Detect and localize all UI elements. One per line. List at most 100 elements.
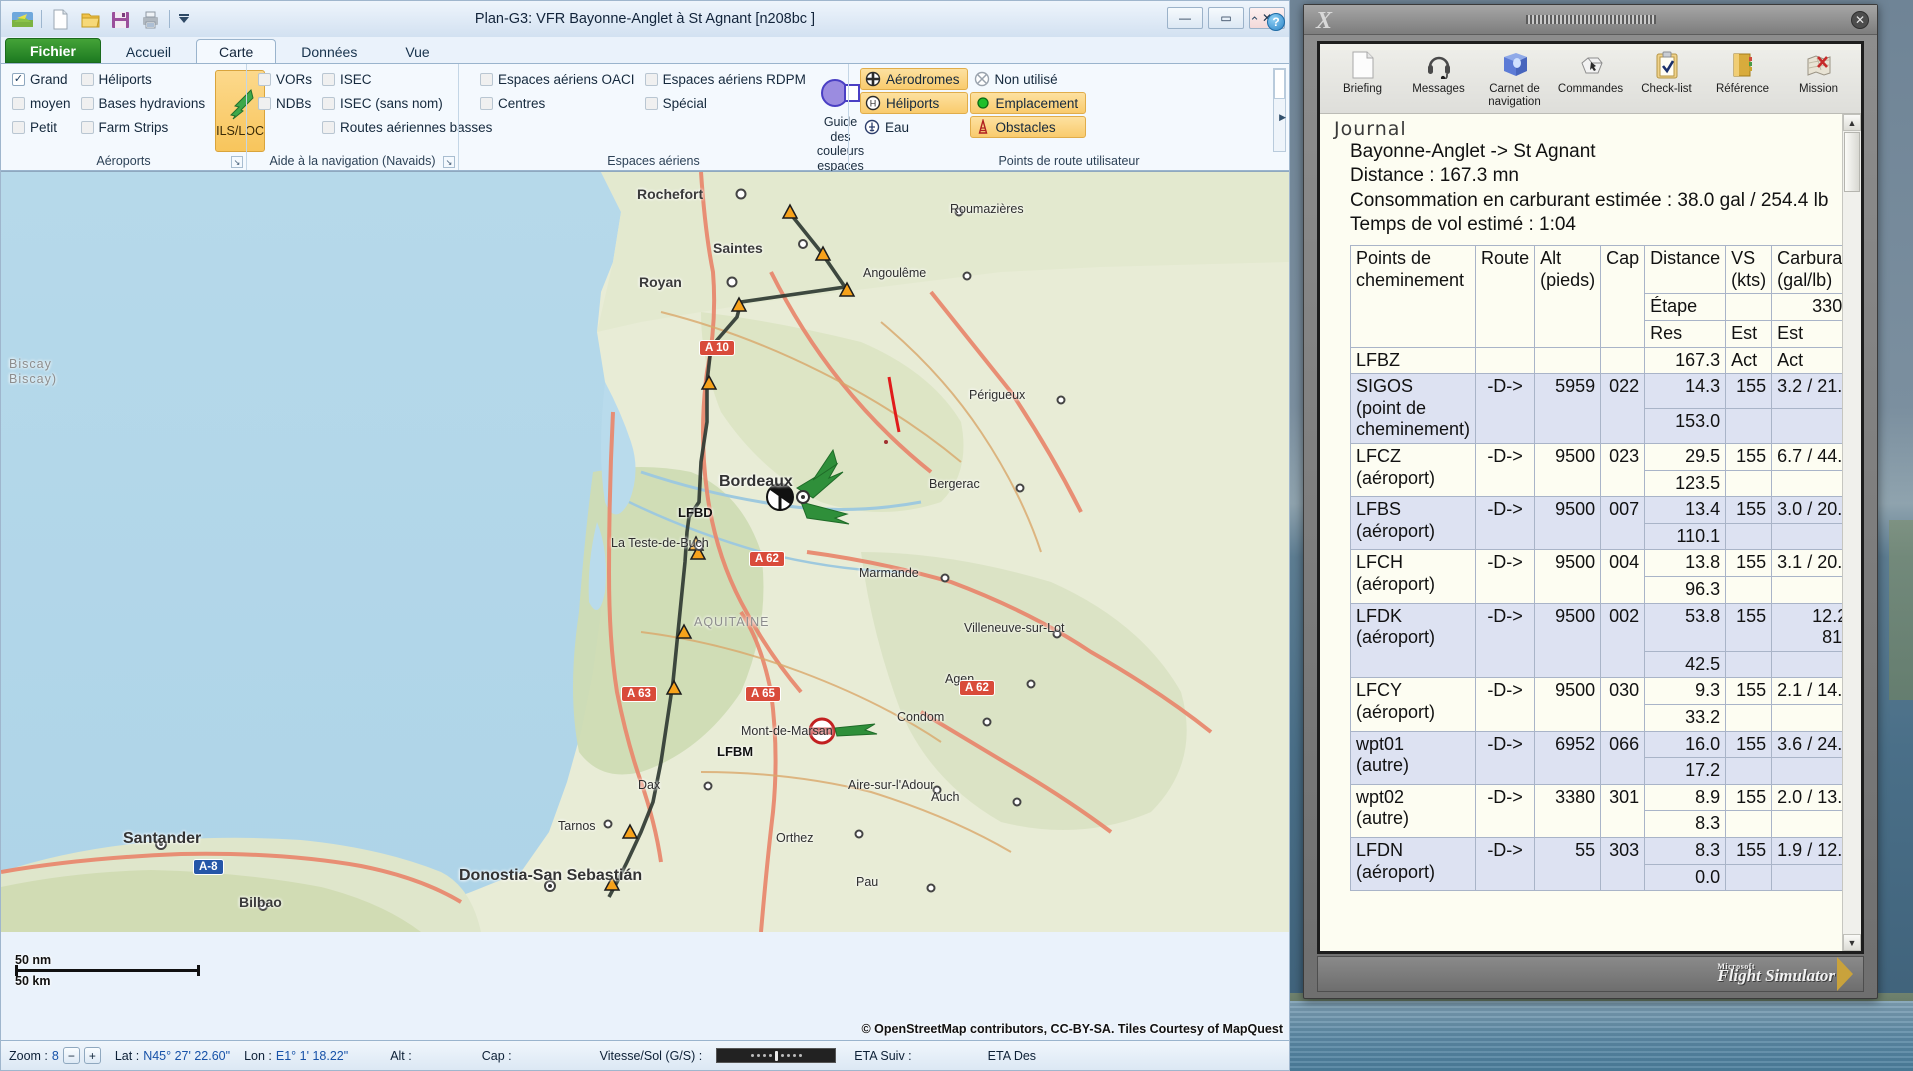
dialog-launcher-navaids[interactable]: ↘ — [443, 156, 455, 168]
fsx-drag-grip[interactable] — [1525, 15, 1656, 24]
toggle-heliports[interactable]: H Héliports — [860, 92, 968, 114]
checkbox-centres[interactable]: Centres — [476, 92, 639, 114]
app-icon[interactable] — [11, 8, 34, 31]
checkbox-box[interactable] — [644, 96, 658, 110]
table-row[interactable]: LFCY (aéroport) -D-> 9500 030 9.3 155 2.1… — [1349, 677, 1861, 732]
toolbar-button-check-list[interactable]: Check-list — [1631, 50, 1703, 96]
navlog-book-icon — [1500, 50, 1530, 80]
checkbox-petit[interactable]: Petit — [8, 116, 75, 138]
help-icon[interactable]: ? — [1267, 13, 1285, 31]
toolbar-button-mission[interactable]: Mission — [1783, 50, 1855, 96]
scroll-down-arrow-icon[interactable]: ▼ — [1843, 934, 1861, 951]
checkbox-espaces-aeriens-rdpm[interactable]: Espaces aériens RDPM — [641, 68, 810, 90]
new-icon[interactable] — [49, 8, 72, 31]
checkbox-box[interactable] — [12, 120, 25, 134]
checkbox-box[interactable] — [322, 72, 336, 86]
navlog-fuel: Consommation en carburant estimée : 38.0… — [1350, 189, 1829, 211]
table-row[interactable]: wpt01 (autre) -D-> 6952 066 16.0 155 3.6 … — [1349, 730, 1861, 785]
checkbox-farm-strips[interactable]: Farm Strips — [77, 116, 210, 138]
obstacle-tower-icon — [975, 117, 991, 135]
toolbar-button-briefing[interactable]: Briefing — [1327, 50, 1399, 96]
checkbox-grand[interactable]: ✓ Grand — [8, 68, 75, 90]
dialog-launcher-aeroports[interactable]: ↘ — [231, 156, 243, 168]
chevron-down-icon[interactable] — [177, 8, 200, 31]
zoom-out-button[interactable]: − — [62, 1047, 80, 1064]
map-label-royan: Royan — [639, 274, 682, 290]
checkbox-box[interactable]: ✓ — [12, 72, 25, 86]
minimize-button[interactable]: — — [1167, 7, 1203, 29]
eta-next-label: ETA Suiv : — [854, 1048, 912, 1063]
toolbar-button-carnet-de-navigation[interactable]: Carnet de navigation — [1479, 50, 1551, 108]
map-label-lfbd: LFBD — [678, 505, 713, 520]
origin-cap — [1600, 346, 1646, 375]
checkbox-box[interactable] — [480, 96, 493, 110]
checkbox-box[interactable] — [80, 120, 94, 134]
scroll-up-arrow-icon[interactable]: ▲ — [1843, 114, 1861, 131]
toggle-aerodromes[interactable]: Aérodromes — [860, 68, 968, 90]
table-row[interactable]: LFCZ (aéroport) -D-> 9500 023 29.5 155 6.… — [1349, 442, 1861, 498]
toggle-obstacles[interactable]: Obstacles — [969, 116, 1087, 138]
map-area[interactable]: Biscay Biscay) Rochefort Roumazières Sai… — [1, 171, 1289, 1040]
table-row[interactable]: wpt02 (autre) -D-> 3380 301 8.9 155 2.0 /… — [1349, 783, 1861, 838]
quick-access-toolbar[interactable] — [7, 8, 200, 31]
scrollbar-thumb[interactable] — [1274, 69, 1285, 99]
ribbon-tabs[interactable]: Fichier Accueil Carte Données Vue ⌃ ? — [1, 13, 1289, 63]
toggle-emplacement[interactable]: Emplacement — [969, 92, 1087, 114]
table-row[interactable]: SIGOS (point de cheminement) -D-> 5959 02… — [1349, 373, 1861, 444]
checkbox-box[interactable] — [322, 120, 336, 134]
row-remaining: 0.0 — [1644, 863, 1727, 892]
row-remaining: 153.0 — [1644, 408, 1727, 444]
table-row[interactable]: LFDK (aéroport) -D-> 9500 002 53.8 155 12… — [1349, 602, 1861, 679]
checkbox-box[interactable] — [322, 96, 336, 110]
checkbox-ndbs[interactable]: NDBs — [254, 92, 316, 114]
map-label-condom: Condom — [897, 710, 945, 724]
zoom-label: Zoom : — [9, 1048, 48, 1063]
checkbox-box[interactable] — [80, 72, 94, 86]
toolbar-button-messages[interactable]: Messages — [1403, 50, 1475, 96]
row-remaining: 17.2 — [1644, 757, 1727, 785]
tab-donnees[interactable]: Données — [278, 39, 380, 63]
fsx-title-bar[interactable]: X ✕ — [1304, 5, 1877, 35]
checkbox-box[interactable] — [480, 72, 493, 86]
row-alt: 6952 — [1534, 730, 1602, 785]
checkbox-moyen[interactable]: moyen — [8, 92, 75, 114]
print-icon[interactable] — [139, 8, 162, 31]
checkbox-box[interactable] — [644, 72, 658, 86]
scrollbar-thumb[interactable] — [1844, 132, 1860, 192]
toggle-non-utilise[interactable]: Non utilisé — [970, 68, 1087, 90]
collapse-ribbon-icon[interactable]: ⌃ — [1249, 14, 1260, 30]
save-icon[interactable] — [109, 8, 132, 31]
navlog-document[interactable]: Journal Bayonne-Anglet -> St Agnant Dist… — [1320, 114, 1861, 951]
ribbon-more-arrow-icon[interactable]: ▶ — [1279, 112, 1286, 123]
checkbox-espaces-aeriens-oaci[interactable]: Espaces aériens OACI — [476, 68, 639, 90]
toolbar-button-reference[interactable]: Référence — [1707, 50, 1779, 96]
table-row[interactable]: LFDN (aéroport) -D-> 55 303 8.3 155 1.9 /… — [1349, 836, 1861, 892]
row-route: -D-> — [1475, 730, 1536, 785]
checkbox-vors[interactable]: VORs — [254, 68, 316, 90]
fsx-close-button[interactable]: ✕ — [1851, 11, 1869, 29]
tab-fichier[interactable]: Fichier — [5, 38, 101, 63]
checkbox-box[interactable] — [80, 96, 94, 110]
ribbon-scrollbar[interactable] — [1273, 68, 1286, 152]
tab-accueil[interactable]: Accueil — [103, 39, 194, 63]
tab-carte[interactable]: Carte — [196, 39, 277, 63]
checkbox-box[interactable] — [258, 72, 271, 86]
open-folder-icon[interactable] — [79, 8, 102, 31]
map-label-villeneuve-sur-lot: Villeneuve-sur-Lot — [964, 621, 1065, 635]
navlog-scrollbar[interactable]: ▲ ▼ — [1842, 114, 1861, 951]
table-row[interactable]: LFCH (aéroport) -D-> 9500 004 13.8 155 3.… — [1349, 549, 1861, 604]
toolbar-button-commandes[interactable]: Commandes — [1555, 50, 1627, 96]
tab-vue[interactable]: Vue — [382, 39, 452, 63]
checkbox-special[interactable]: Spécial — [641, 92, 810, 114]
checkbox-box[interactable] — [258, 96, 271, 110]
toggle-eau[interactable]: Eau — [860, 116, 968, 138]
checkbox-heliports[interactable]: Héliports — [77, 68, 210, 90]
table-row[interactable]: LFBS (aéroport) -D-> 9500 007 13.4 155 3.… — [1349, 496, 1861, 551]
zoom-in-button[interactable]: + — [83, 1047, 101, 1064]
ribbon-right-controls[interactable]: ⌃ ? — [1249, 13, 1285, 31]
fsx-toolbar[interactable]: Briefing Messages Carnet de navigation C… — [1320, 44, 1861, 114]
checkbox-bases-hydravions[interactable]: Bases hydravions — [77, 92, 210, 114]
checkbox-box[interactable] — [12, 96, 25, 110]
maximize-button[interactable]: ▭ — [1208, 7, 1244, 29]
fsx-brand-arrow-icon — [1837, 957, 1853, 991]
